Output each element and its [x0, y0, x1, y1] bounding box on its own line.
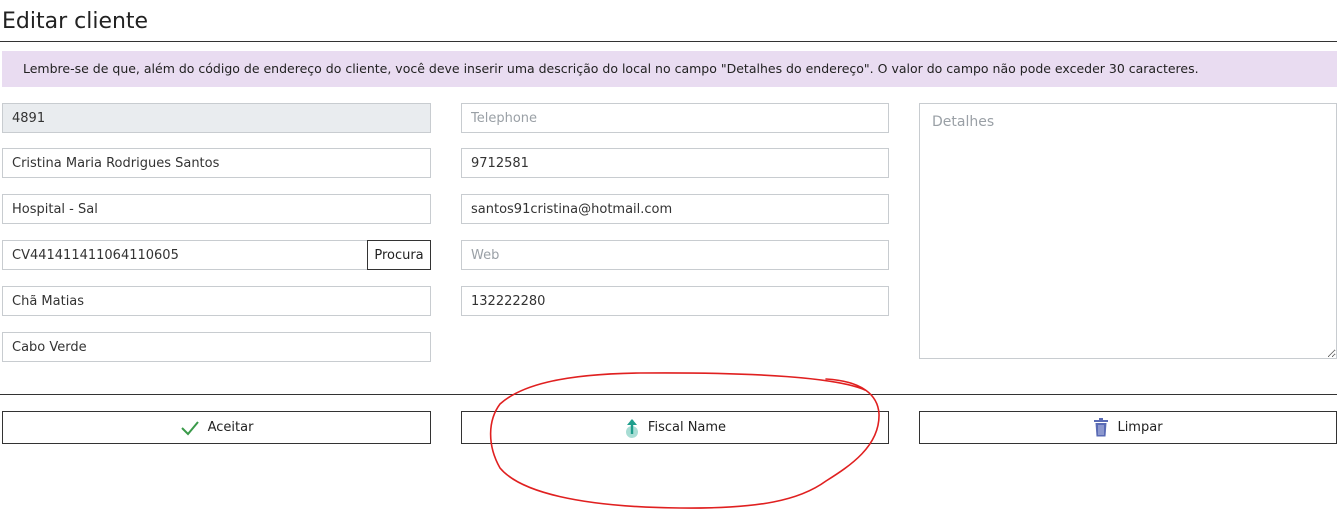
trash-icon [1093, 418, 1109, 437]
check-icon [180, 420, 200, 436]
location-field[interactable] [2, 194, 431, 224]
notice-banner: Lembre-se de que, além do código de ende… [2, 51, 1337, 87]
upload-icon [624, 417, 640, 439]
clear-button[interactable]: Limpar [919, 411, 1337, 444]
fiscal-name-label: Fiscal Name [647, 420, 727, 435]
clear-label: Limpar [1117, 420, 1163, 435]
mobile-field[interactable] [461, 148, 889, 178]
accept-label: Aceitar [207, 420, 254, 435]
actions-divider [0, 394, 1337, 395]
country-field[interactable] [2, 332, 431, 362]
title-divider [0, 41, 1337, 42]
client-code-field[interactable] [2, 103, 431, 133]
client-name-field[interactable] [2, 148, 431, 178]
accept-button[interactable]: Aceitar [2, 411, 431, 444]
search-button[interactable]: Procura [367, 240, 431, 270]
email-field[interactable] [461, 194, 889, 224]
web-field[interactable] [461, 240, 889, 270]
address-code-field[interactable] [2, 240, 368, 270]
telephone-field[interactable] [461, 103, 889, 133]
details-textarea[interactable] [919, 103, 1337, 359]
fiscal-name-button[interactable]: Fiscal Name [461, 411, 889, 444]
page-title: Editar cliente [2, 9, 149, 34]
area-field[interactable] [2, 286, 431, 316]
tax-id-field[interactable] [461, 286, 889, 316]
